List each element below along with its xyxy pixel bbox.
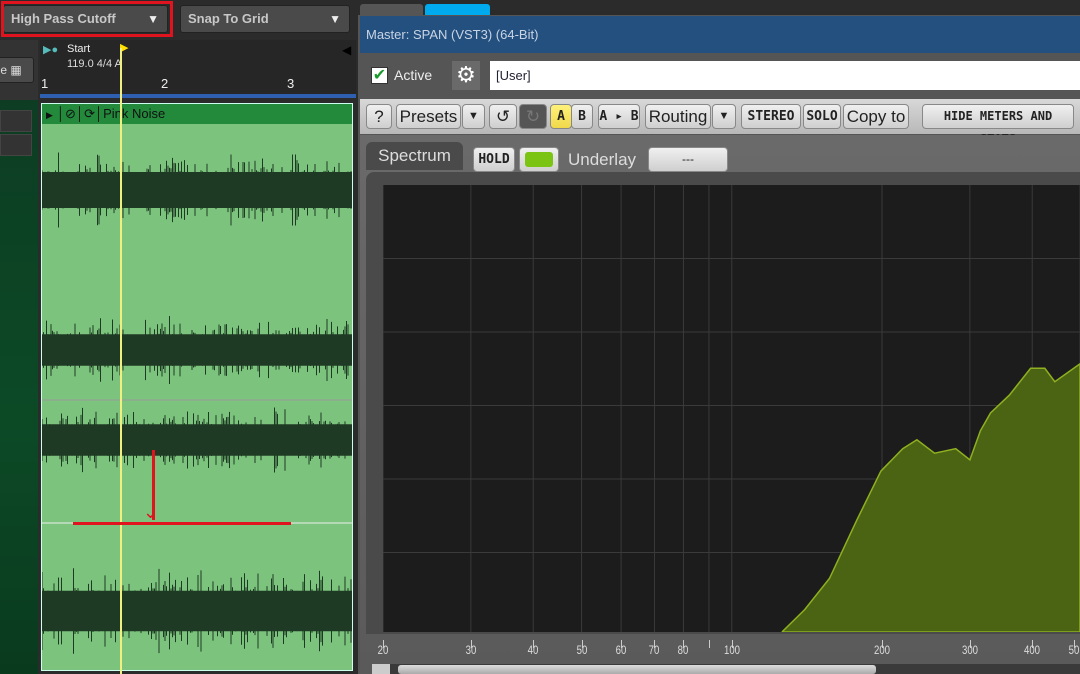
triangle-down-icon: ▼	[718, 110, 730, 122]
spectrum-plot	[383, 185, 1080, 632]
active-label: Active	[394, 67, 433, 83]
axis-tick	[708, 640, 710, 648]
stereo-button[interactable]: STEREO	[741, 104, 801, 129]
bar-number: 3	[287, 76, 295, 91]
underlay-dropdown[interactable]: ---	[648, 147, 728, 172]
axis-tick-label: 40	[527, 643, 539, 657]
mute-icon[interactable]: ⊘	[65, 106, 76, 121]
hold-button[interactable]: HOLD	[473, 147, 515, 172]
settings-gear-icon[interactable]: ⚙	[452, 61, 480, 90]
scrollbar-thumb[interactable]	[398, 665, 876, 674]
end-marker-icon: ◀	[342, 43, 352, 57]
axis-tick-label: 20	[377, 643, 389, 657]
preset-name: [User]	[496, 68, 531, 83]
redo-icon: ↻	[525, 107, 541, 126]
help-button[interactable]: ?	[366, 104, 392, 129]
arrow-head-icon: ⌄	[143, 502, 159, 522]
waveform-peaks	[42, 315, 352, 385]
axis-tick-label: 50	[576, 643, 587, 657]
axis-tick-label: 300	[961, 643, 978, 657]
highlight-box	[1, 1, 173, 37]
b-button[interactable]: B	[571, 104, 593, 129]
waveform-peaks	[42, 407, 352, 473]
start-marker-icon: ▶●	[43, 44, 59, 56]
dropdown-label: Snap To Grid	[188, 11, 269, 26]
axis-tick-label: 50	[1068, 643, 1080, 657]
start-marker-label: Start	[67, 43, 91, 55]
preset-field[interactable]: [User]	[490, 61, 1080, 90]
a-button[interactable]: A	[550, 104, 572, 129]
track-control[interactable]	[0, 110, 32, 132]
triangle-down-icon: ▼	[468, 110, 479, 122]
axis-tick-label: 200	[873, 643, 891, 657]
playhead[interactable]	[120, 48, 122, 674]
axis-tick-label: 100	[723, 643, 740, 657]
waveform	[42, 152, 352, 654]
track-control[interactable]	[0, 134, 32, 156]
color-swatch-button[interactable]	[519, 147, 559, 172]
undo-button[interactable]: ↺	[489, 104, 517, 129]
timeline-ruler[interactable]: ▶● Start 119.0 4/4 A ▶ ◀ 1 2 3	[40, 40, 356, 98]
axis-tick-label: 400	[1024, 643, 1041, 657]
annotation-line	[73, 522, 291, 525]
presets-button[interactable]: Presets	[396, 104, 461, 129]
play-icon[interactable]: ▶	[42, 110, 57, 120]
tempo-label: 119.0 4/4 A	[67, 58, 122, 70]
audio-clip[interactable]: ▶ │⊘│⟳│Pink Noise	[41, 103, 353, 671]
bar-number: 2	[161, 76, 169, 91]
spectrum-tab[interactable]: Spectrum	[366, 142, 463, 170]
snap-dropdown[interactable]: Snap To Grid ▼	[180, 5, 350, 33]
bar-number: 1	[41, 76, 49, 91]
scrollbar-left-button[interactable]	[372, 664, 390, 674]
green-swatch	[525, 152, 553, 167]
routing-button[interactable]: Routing	[645, 104, 711, 129]
active-checkbox[interactable]: ✔	[371, 67, 388, 84]
view-button[interactable]: e ▦	[0, 57, 34, 83]
axis-tick-label: 60	[615, 643, 627, 657]
waveform-peaks	[42, 152, 352, 228]
routing-menu-button[interactable]: ▼	[712, 104, 736, 129]
underlay-label: Underlay	[568, 150, 637, 169]
solo-button[interactable]: SOLO	[803, 104, 841, 129]
axis-tick-label: 70	[649, 643, 660, 657]
horizontal-scrollbar[interactable]	[372, 664, 1080, 674]
axis-tick-label: 30	[465, 643, 477, 657]
window-title: Master: SPAN (VST3) (64-Bit)	[366, 27, 539, 42]
waveform-peaks	[42, 568, 352, 654]
chevron-down-icon: ▼	[329, 12, 341, 26]
axis-tick-label: 80	[678, 643, 689, 657]
loop-range-bar[interactable]	[40, 94, 356, 98]
redo-button[interactable]: ↻	[519, 104, 547, 129]
title-bar[interactable]: Master: SPAN (VST3) (64-Bit)	[360, 16, 1080, 53]
clip-header[interactable]: ▶ │⊘│⟳│Pink Noise	[42, 104, 352, 124]
grid-icon: ▦	[10, 63, 22, 77]
undo-icon: ↺	[495, 107, 511, 126]
copy-to-button[interactable]: Copy to	[843, 104, 909, 129]
clip-name: Pink Noise	[103, 106, 166, 121]
loop-icon[interactable]: ⟳	[84, 106, 95, 121]
a-to-b-button[interactable]: A ▸ B	[598, 104, 640, 129]
hide-meters-button[interactable]: HIDE METERS AND STATS	[922, 104, 1074, 146]
presets-menu-button[interactable]: ▼	[462, 104, 485, 129]
tab-label: Spectrum	[378, 146, 451, 165]
